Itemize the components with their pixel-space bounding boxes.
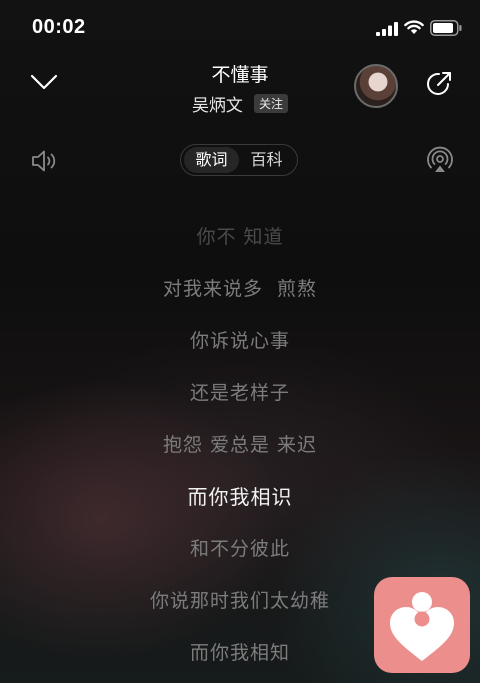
status-time: 00:02 — [32, 16, 86, 38]
lyric-line[interactable]: 你不 知道 — [0, 218, 480, 270]
wifi-icon — [404, 20, 424, 34]
song-title: 不懂事 — [211, 64, 269, 86]
current-lyric-line[interactable]: 而你我相识 — [0, 478, 480, 530]
lyric-line[interactable]: 对我来说多 煎熬 — [0, 270, 480, 322]
heart-person-icon — [390, 592, 454, 661]
tab-lyrics[interactable]: 歌词 — [184, 147, 239, 173]
status-bar: 00:02 — [0, 0, 480, 56]
lyric-line[interactable]: 你诉说心事 — [0, 322, 480, 374]
follow-button[interactable]: 关注 — [254, 94, 289, 113]
signal-icon — [376, 22, 398, 36]
battery-icon — [430, 20, 462, 36]
tab-wiki[interactable]: 百科 — [239, 147, 294, 173]
lyric-line[interactable]: 还是老样子 — [0, 374, 480, 426]
share-icon[interactable] — [424, 69, 454, 99]
lyric-line[interactable]: 和不分彼此 — [0, 530, 480, 582]
artist-name[interactable]: 吴炳文 — [192, 96, 243, 116]
lyrics-wiki-tabs: 歌词 百科 — [180, 144, 298, 176]
volume-icon[interactable] — [30, 148, 58, 174]
music-player-screen: 00:02 不懂事 吴炳文 关注 歌词 百科 你不 知道 对我来说多 煎熬 你诉… — [0, 0, 480, 683]
artist-row: 吴炳文 关注 — [0, 91, 480, 116]
artist-avatar[interactable] — [354, 64, 398, 108]
lyric-line[interactable]: 抱怨 爱总是 来迟 — [0, 426, 480, 478]
app-badge[interactable] — [374, 577, 470, 673]
airplay-icon[interactable] — [426, 146, 454, 174]
